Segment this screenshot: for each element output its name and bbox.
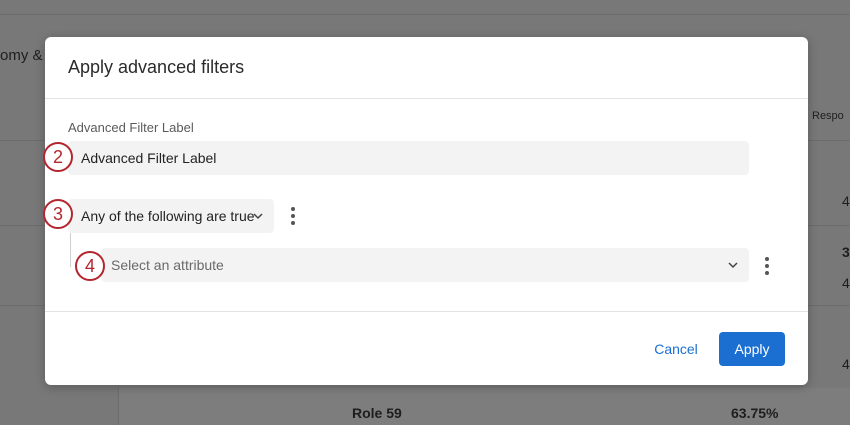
bg-column-text: omy & <box>0 47 43 64</box>
dialog-header: Apply advanced filters <box>45 37 808 99</box>
bg-cell: 4 <box>842 356 850 372</box>
bg-column-header: Respo <box>812 110 844 122</box>
condition-menu-kebab-icon[interactable] <box>290 207 296 225</box>
apply-button[interactable]: Apply <box>719 332 785 366</box>
condition-dropdown[interactable]: Any of the following are true <box>68 199 274 233</box>
bg-role-cell: Role 59 <box>352 405 402 421</box>
tree-connector-line <box>70 233 71 267</box>
bg-percent-cell: 63.75% <box>731 405 779 421</box>
cancel-button[interactable]: Cancel <box>641 332 711 366</box>
dialog-title: Apply advanced filters <box>68 57 245 77</box>
step-marker-2: 2 <box>43 142 73 172</box>
bg-divider <box>0 14 850 15</box>
advanced-filter-dialog: Apply advanced filters Advanced Filter L… <box>45 37 808 385</box>
step-marker-4: 4 <box>75 251 105 281</box>
filter-label-caption: Advanced Filter Label <box>68 120 194 135</box>
bg-cell: 3 <box>842 244 850 260</box>
attribute-dropdown[interactable]: Select an attribute <box>101 248 749 282</box>
condition-dropdown-value: Any of the following are true <box>81 208 255 224</box>
step-marker-3: 3 <box>43 199 73 229</box>
chevron-down-icon <box>253 213 263 220</box>
filter-label-input[interactable] <box>68 141 749 175</box>
bg-cell: 4 <box>842 193 850 209</box>
attribute-dropdown-placeholder: Select an attribute <box>111 257 224 273</box>
attribute-menu-kebab-icon[interactable] <box>764 257 770 275</box>
chevron-down-icon <box>728 262 738 269</box>
bg-cell: 4 <box>842 275 850 291</box>
